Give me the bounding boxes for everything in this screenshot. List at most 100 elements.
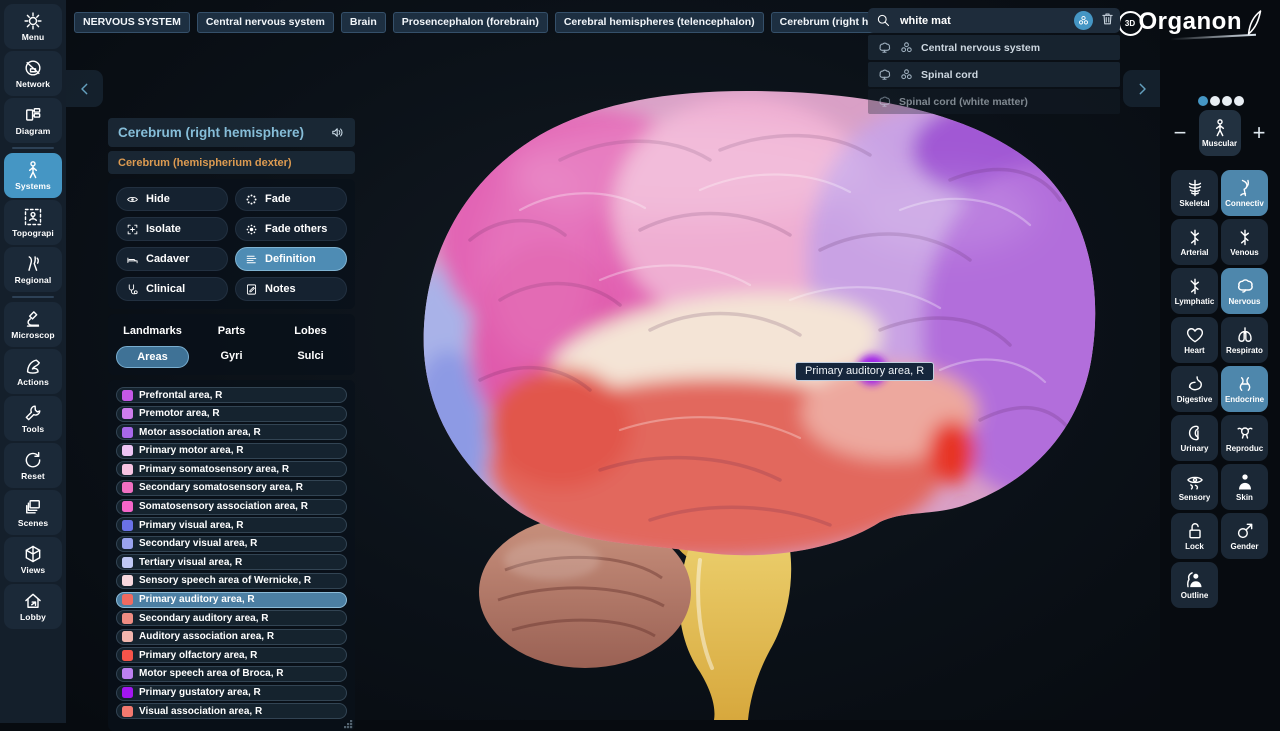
sidebar-item-diagram[interactable]: Diagram xyxy=(4,98,62,143)
breadcrumb-item[interactable]: Central nervous system xyxy=(197,12,334,33)
list-item-selected[interactable]: Primary auditory area, R xyxy=(116,592,347,608)
search-group-button[interactable] xyxy=(1074,11,1093,30)
sidebar-item-actions[interactable]: Actions xyxy=(4,349,62,394)
pronounce-speaker-icon[interactable] xyxy=(330,125,345,140)
search-bar[interactable] xyxy=(868,8,1120,33)
list-item[interactable]: Motor association area, R xyxy=(116,424,347,440)
search-result[interactable]: Spinal cord xyxy=(868,62,1120,87)
system-tile-muscular[interactable]: Muscular xyxy=(1199,110,1241,156)
system-tile-heart[interactable]: Heart xyxy=(1171,317,1218,363)
system-tile-venous[interactable]: Venous xyxy=(1221,219,1268,265)
list-item[interactable]: Prefrontal area, R xyxy=(116,387,347,403)
system-tile-skin[interactable]: Skin xyxy=(1221,464,1268,510)
list-item[interactable]: Sensory speech area of Wernicke, R xyxy=(116,573,347,589)
sidebar-item-microscopic[interactable]: Microscop xyxy=(4,302,62,347)
page-dot[interactable] xyxy=(1198,96,1208,106)
sidebar-item-scenes[interactable]: Scenes xyxy=(4,490,62,535)
sidebar-item-reset[interactable]: Reset xyxy=(4,443,62,488)
model-info-panel: Cerebrum (right hemisphere) Cerebrum (he… xyxy=(108,118,355,731)
lock-button[interactable]: Lock xyxy=(1171,513,1218,559)
sidebar-item-label: Reset xyxy=(21,471,45,481)
system-tile-arterial[interactable]: Arterial xyxy=(1171,219,1218,265)
list-item[interactable]: Primary motor area, R xyxy=(116,443,347,459)
page-dot[interactable] xyxy=(1234,96,1244,106)
system-tile-endocrine[interactable]: Endocrine xyxy=(1221,366,1268,412)
search-result[interactable]: Spinal cord (white matter) xyxy=(868,89,1120,114)
clinical-button[interactable]: Clinical xyxy=(116,277,228,301)
tab-sulci[interactable]: Sulci xyxy=(274,346,347,366)
notes-button[interactable]: Notes xyxy=(235,277,347,301)
list-item[interactable]: Primary gustatory area, R xyxy=(116,685,347,701)
tab-parts[interactable]: Parts xyxy=(195,321,268,341)
breadcrumb-item[interactable]: NERVOUS SYSTEM xyxy=(74,12,190,33)
gear-icon xyxy=(23,11,43,31)
sidebar-item-topographic[interactable]: Topograpi xyxy=(4,200,62,245)
collapse-panel-button[interactable] xyxy=(66,70,103,107)
zoom-in-button[interactable]: + xyxy=(1250,124,1268,142)
list-item[interactable]: Primary visual area, R xyxy=(116,517,347,533)
system-tile-skeletal[interactable]: Skeletal xyxy=(1171,170,1218,216)
tab-gyri[interactable]: Gyri xyxy=(195,346,268,366)
list-item[interactable]: Motor speech area of Broca, R xyxy=(116,666,347,682)
sidebar-item-tools[interactable]: Tools xyxy=(4,396,62,441)
stomach-icon xyxy=(1185,374,1205,394)
list-item[interactable]: Premotor area, R xyxy=(116,406,347,422)
list-item[interactable]: Visual association area, R xyxy=(116,703,347,719)
page-dot[interactable] xyxy=(1210,96,1220,106)
system-tile-nervous[interactable]: Nervous xyxy=(1221,268,1268,314)
system-tile-respiratory[interactable]: Respirato xyxy=(1221,317,1268,363)
tab-lobes[interactable]: Lobes xyxy=(274,321,347,341)
definition-button[interactable]: Definition xyxy=(235,247,347,271)
outline-button[interactable]: Outline xyxy=(1171,562,1218,608)
sidebar-item-regional[interactable]: Regional xyxy=(4,247,62,292)
sidebar-item-network[interactable]: Network xyxy=(4,51,62,96)
list-item[interactable]: Secondary auditory area, R xyxy=(116,610,347,626)
hide-button[interactable]: Hide xyxy=(116,187,228,211)
system-tile-lymphatic[interactable]: Lymphatic xyxy=(1171,268,1218,314)
search-input[interactable] xyxy=(898,14,1074,28)
fade-button[interactable]: Fade xyxy=(235,187,347,211)
breadcrumb-item[interactable]: Cerebral hemispheres (telencephalon) xyxy=(555,12,764,33)
sidebar-item-views[interactable]: Views xyxy=(4,537,62,582)
sidebar-item-lobby[interactable]: Lobby xyxy=(4,584,62,629)
list-item[interactable]: Secondary somatosensory area, R xyxy=(116,480,347,496)
area-label: Primary olfactory area, R xyxy=(139,650,257,661)
cadaver-button[interactable]: Cadaver xyxy=(116,247,228,271)
system-tile-connective[interactable]: Connectiv xyxy=(1221,170,1268,216)
panel-resize-handle[interactable] xyxy=(343,719,353,729)
area-color-swatch xyxy=(122,482,133,493)
gender-button[interactable]: Gender xyxy=(1221,513,1268,559)
list-item[interactable]: Primary olfactory area, R xyxy=(116,647,347,663)
system-tile-digestive[interactable]: Digestive xyxy=(1171,366,1218,412)
system-tile-sensory[interactable]: Sensory xyxy=(1171,464,1218,510)
list-item[interactable]: Somatosensory association area, R xyxy=(116,499,347,515)
sidebar-item-label: Topograpi xyxy=(12,228,54,238)
panel-title: Cerebrum (right hemisphere) xyxy=(118,125,304,140)
cerebrum-regions[interactable] xyxy=(384,60,1158,580)
search-result[interactable]: Central nervous system xyxy=(868,35,1120,60)
isolate-frame-icon xyxy=(126,223,139,236)
breadcrumb-item[interactable]: Prosencephalon (forebrain) xyxy=(393,12,548,33)
system-tile-reproductive[interactable]: Reproduc xyxy=(1221,415,1268,461)
list-item[interactable]: Tertiary visual area, R xyxy=(116,554,347,570)
breadcrumb-item[interactable]: Brain xyxy=(341,12,386,33)
structure-tabs: Landmarks Parts Lobes Areas Gyri Sulci xyxy=(108,314,355,375)
sidebar-item-menu[interactable]: Menu xyxy=(4,4,62,49)
sidebar-item-systems[interactable]: Systems xyxy=(4,153,62,198)
expand-sidebar-button[interactable] xyxy=(1123,70,1160,107)
tab-areas[interactable]: Areas xyxy=(116,346,189,368)
tab-landmarks[interactable]: Landmarks xyxy=(116,321,189,341)
list-item[interactable]: Primary somatosensory area, R xyxy=(116,461,347,477)
list-item[interactable]: Secondary visual area, R xyxy=(116,536,347,552)
isolate-button[interactable]: Isolate xyxy=(116,217,228,241)
area-label: Primary auditory area, R xyxy=(139,594,255,605)
list-item[interactable]: Auditory association area, R xyxy=(116,629,347,645)
eye-icon xyxy=(126,193,139,206)
clear-search-button[interactable] xyxy=(1100,11,1115,31)
fade-others-button[interactable]: Fade others xyxy=(235,217,347,241)
page-dot[interactable] xyxy=(1222,96,1232,106)
area-color-swatch xyxy=(122,575,133,586)
tile-label: Muscular xyxy=(1202,139,1237,148)
zoom-out-button[interactable]: − xyxy=(1171,124,1189,142)
system-tile-urinary[interactable]: Urinary xyxy=(1171,415,1218,461)
